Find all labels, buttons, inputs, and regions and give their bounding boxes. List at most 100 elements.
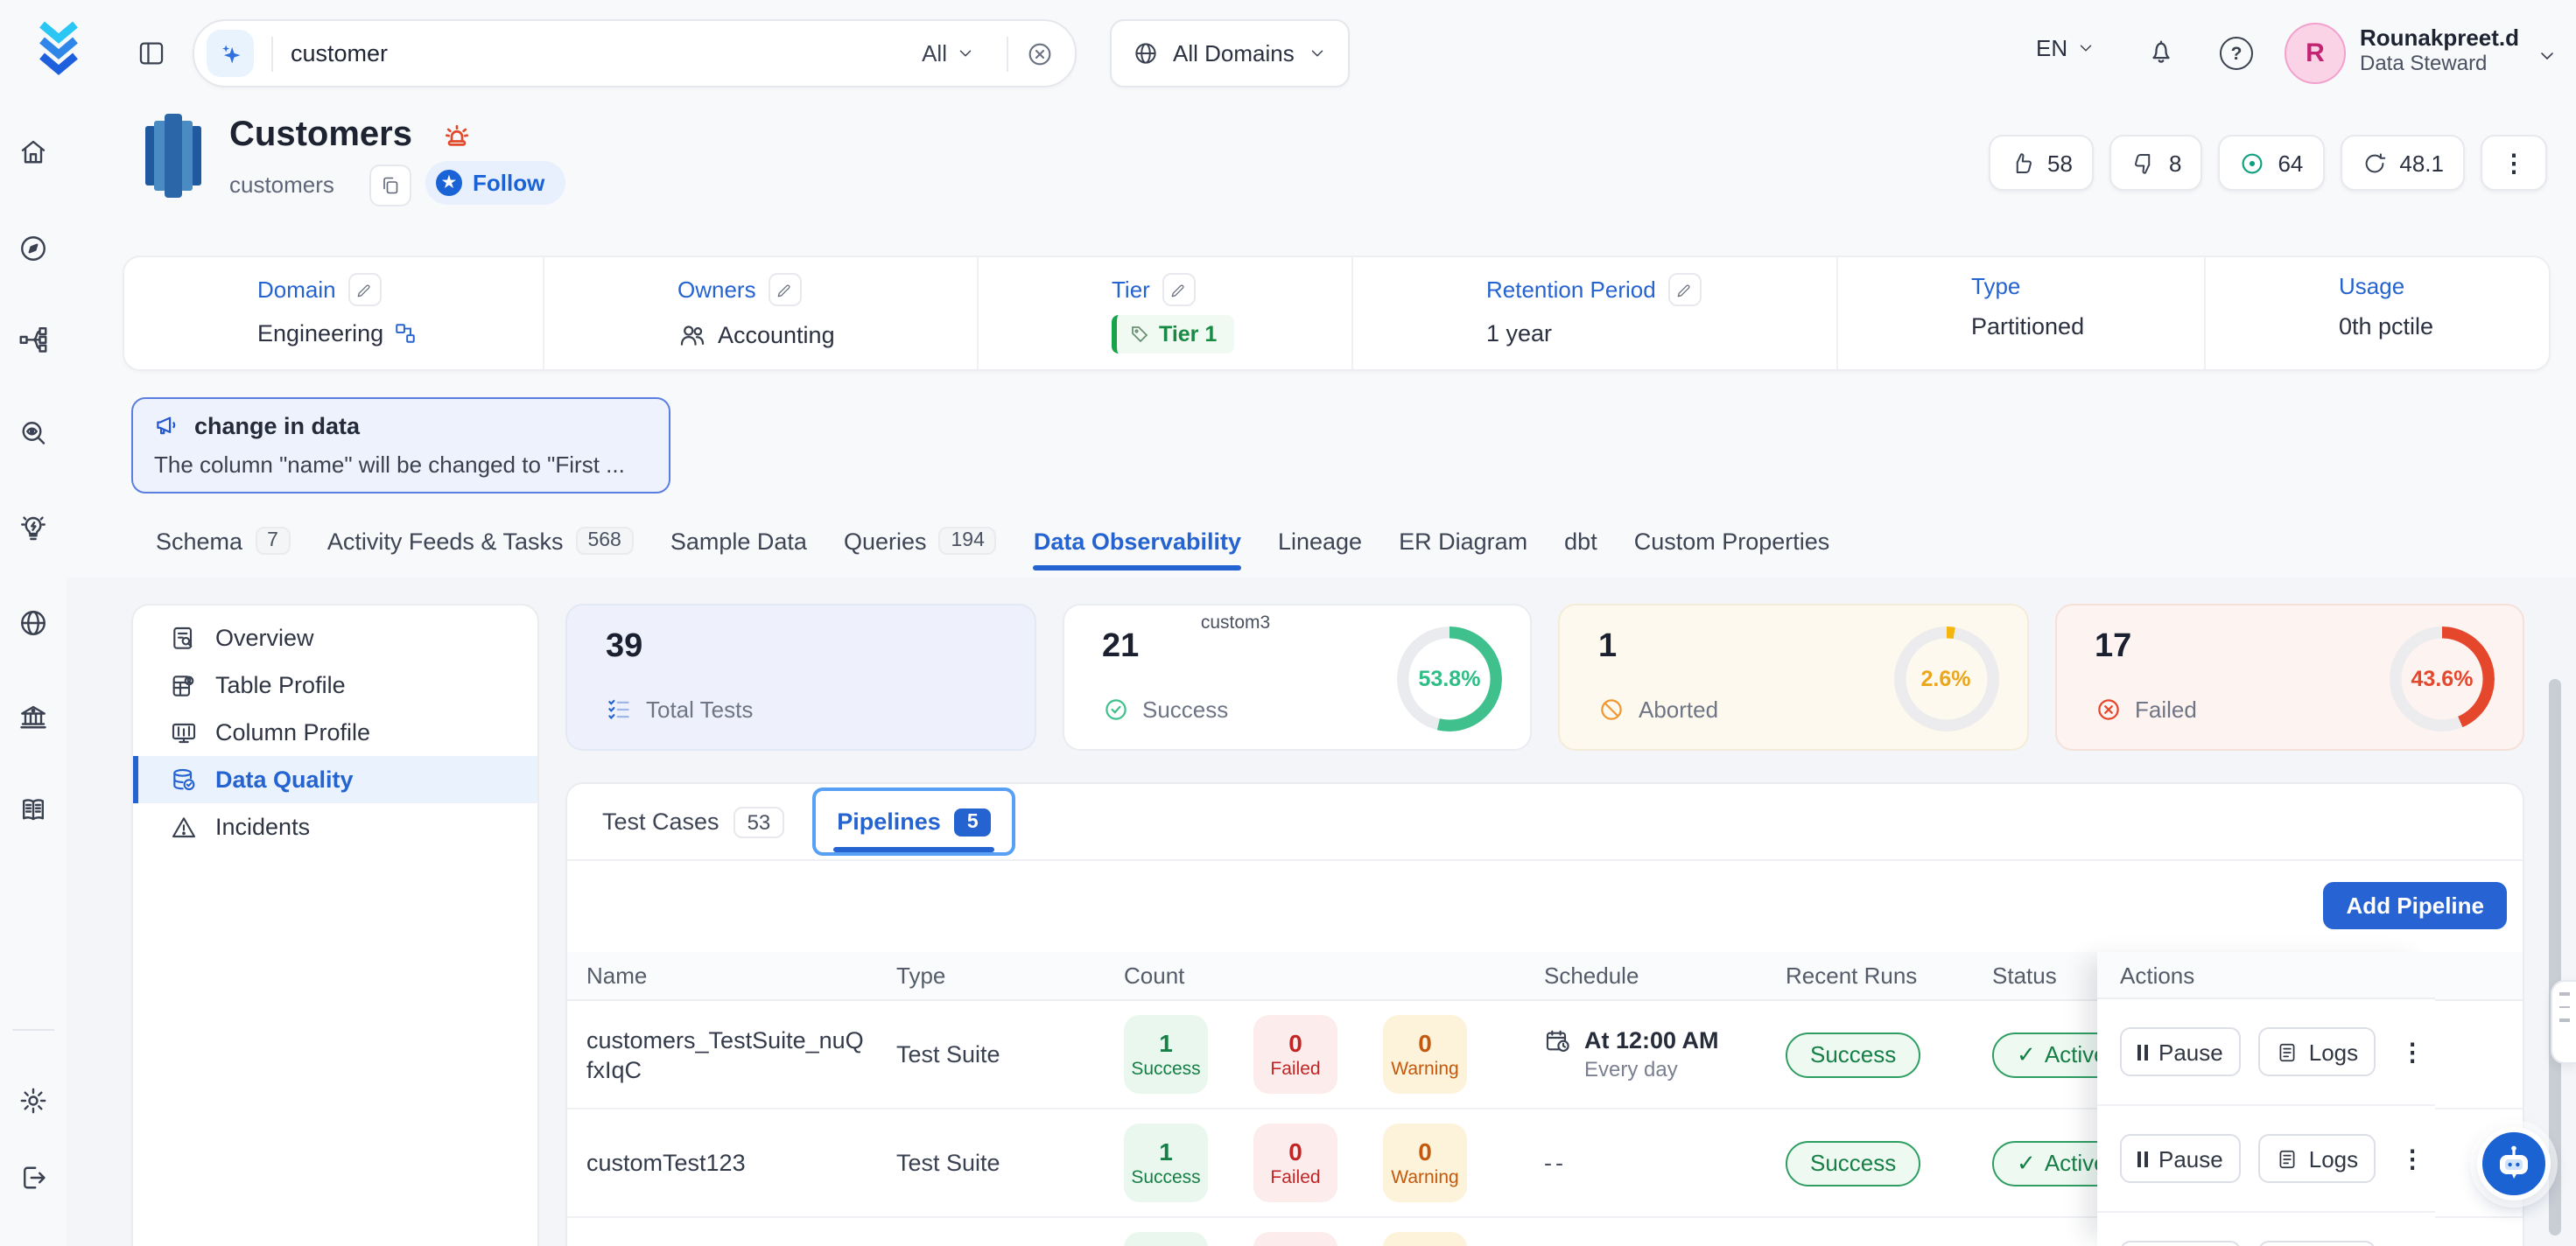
chevron-down-icon: [1309, 44, 1328, 63]
user-name: Rounakpreet.d: [2360, 24, 2519, 51]
sidebar-item-overview[interactable]: Overview: [133, 614, 537, 662]
quality-subtabs: Test Cases 53 Pipelines 5: [567, 784, 2523, 861]
sidebar-toggle-icon[interactable]: [137, 38, 166, 68]
logs-button[interactable]: Logs: [2258, 1134, 2376, 1183]
search-input[interactable]: customer: [291, 40, 922, 66]
usage-value: 0th pctile: [2339, 313, 2433, 340]
nav-insights-icon[interactable]: [18, 513, 49, 544]
search-scope-dropdown[interactable]: All: [922, 40, 975, 66]
tab-dbt[interactable]: dbt: [1564, 511, 1597, 570]
kebab-icon: ⋮: [2502, 148, 2526, 178]
aborted-value: 1: [1598, 628, 1617, 667]
tab-schema[interactable]: Schema7: [156, 511, 291, 570]
help-icon[interactable]: ?: [2220, 37, 2253, 70]
refresh-score-button[interactable]: 48.1: [2340, 135, 2465, 191]
checklist-icon: [606, 696, 632, 723]
user-menu-chevron-icon[interactable]: [2537, 46, 2558, 66]
edit-domain-button[interactable]: [348, 273, 382, 306]
logs-button[interactable]: Logs: [2258, 1027, 2376, 1076]
clear-search-icon[interactable]: [1026, 39, 1054, 67]
announcement-title: change in data: [194, 413, 360, 439]
pause-button[interactable]: Pause: [2120, 1241, 2241, 1246]
nav-rail: [0, 105, 67, 1246]
calendar-clock-icon: [1544, 1027, 1572, 1055]
redshift-table-icon: [144, 114, 203, 198]
tab-activity-feeds[interactable]: Activity Feeds & Tasks568: [327, 511, 634, 570]
nav-settings-icon[interactable]: [18, 1085, 49, 1116]
tab-custom-properties[interactable]: Custom Properties: [1634, 511, 1830, 570]
aborted-card: 1 Aborted 2.6%: [1558, 604, 2028, 751]
entity-more-menu-button[interactable]: ⋮: [2481, 135, 2547, 191]
robot-icon: [2493, 1143, 2535, 1185]
announcement-banner[interactable]: change in data The column "name" will be…: [131, 397, 670, 494]
count-tiles: 1Success 0Failed 0Warning: [1124, 1124, 1544, 1202]
notifications-bell-icon[interactable]: [2146, 37, 2176, 66]
nav-glossary-icon[interactable]: [18, 794, 49, 826]
tab-test-cases[interactable]: Test Cases 53: [602, 806, 784, 837]
data-quality-icon: [170, 766, 198, 794]
aborted-percent: 2.6%: [1893, 626, 1998, 732]
sidebar-item-table-profile[interactable]: Table Profile: [133, 662, 537, 709]
sidebar-item-incidents[interactable]: Incidents: [133, 803, 537, 850]
language-selector[interactable]: EN: [2036, 35, 2095, 61]
thumbs-down-icon: [2130, 150, 2157, 176]
tab-lineage[interactable]: Lineage: [1278, 511, 1362, 570]
row-kebab-icon[interactable]: ⋮: [2400, 1037, 2425, 1067]
nav-lineage-icon[interactable]: [18, 324, 49, 355]
global-search-bar[interactable]: customer All: [193, 19, 1077, 88]
pipeline-name[interactable]: customers_TestSuite_nuQfxIqC: [586, 1025, 896, 1084]
row-kebab-icon[interactable]: ⋮: [2400, 1144, 2425, 1173]
domains-filter-button[interactable]: All Domains: [1110, 19, 1351, 88]
schedule-cell: At 12:00 AMEvery day: [1544, 1027, 1786, 1082]
metadata-usage: Usage 0th pctile: [2206, 257, 2549, 369]
total-tests-card: 39 Total Tests: [565, 604, 1035, 751]
follow-button[interactable]: ★ Follow: [425, 161, 565, 205]
announcement-alarm-icon: [441, 119, 473, 150]
nav-govern-icon[interactable]: [18, 702, 49, 733]
pause-button[interactable]: Pause: [2120, 1134, 2241, 1183]
metadata-domain: Domain Engineering: [124, 257, 544, 369]
sidebar-item-column-profile[interactable]: Column Profile: [133, 709, 537, 756]
copy-name-button[interactable]: [369, 164, 411, 206]
pipeline-name[interactable]: customTest123: [586, 1148, 896, 1178]
domain-value[interactable]: Engineering: [257, 320, 383, 346]
recent-run-badge[interactable]: Success: [1786, 1032, 1920, 1077]
pipeline-type: Test Suite: [896, 1150, 1124, 1176]
recent-run-badge[interactable]: Success: [1786, 1140, 1920, 1186]
globe-icon: [1133, 40, 1159, 66]
tab-data-observability[interactable]: Data Observability: [1034, 511, 1241, 570]
pause-button[interactable]: Pause: [2120, 1027, 2241, 1076]
owners-label: Owners: [677, 276, 756, 303]
tab-er-diagram[interactable]: ER Diagram: [1399, 511, 1527, 570]
nav-home-icon[interactable]: [18, 136, 49, 168]
sidebar-item-data-quality[interactable]: Data Quality: [133, 756, 537, 803]
upvote-button[interactable]: 58: [1988, 135, 2094, 191]
tab-queries[interactable]: Queries194: [844, 511, 997, 570]
user-avatar[interactable]: R: [2285, 23, 2346, 84]
edit-retention-button[interactable]: [1668, 273, 1702, 306]
tab-pipelines[interactable]: Pipelines 5: [812, 788, 1014, 856]
total-tests-value: 39: [606, 628, 642, 667]
edit-tier-button[interactable]: [1162, 273, 1196, 306]
col-recent-runs: Recent Runs: [1786, 962, 1992, 989]
document-search-icon: [170, 624, 198, 652]
views-button[interactable]: 64: [2218, 135, 2324, 191]
downvote-button[interactable]: 8: [2109, 135, 2202, 191]
collapsed-side-widget[interactable]: [2550, 980, 2576, 1064]
edit-owners-button[interactable]: [769, 273, 802, 306]
tier-badge[interactable]: Tier 1: [1112, 315, 1234, 354]
chatbot-widget[interactable]: [2477, 1127, 2551, 1200]
entity-tabs: Schema7 Activity Feeds & Tasks568 Sample…: [156, 511, 1829, 570]
scrollbar-thumb[interactable]: [2548, 679, 2560, 1236]
ai-sparkle-icon[interactable]: [207, 30, 254, 77]
nav-domains-icon[interactable]: [18, 607, 49, 639]
logs-button[interactable]: Logs: [2258, 1241, 2376, 1246]
user-menu[interactable]: Rounakpreet.d Data Steward: [2360, 24, 2519, 77]
nav-explore-icon[interactable]: [18, 233, 49, 264]
add-pipeline-button[interactable]: Add Pipeline: [2324, 882, 2507, 929]
owners-value[interactable]: Accounting: [718, 322, 835, 348]
openmetadata-logo-icon[interactable]: [37, 18, 81, 75]
nav-observability-icon[interactable]: [18, 418, 49, 450]
tab-sample-data[interactable]: Sample Data: [670, 511, 807, 570]
nav-logout-icon[interactable]: [18, 1162, 49, 1194]
